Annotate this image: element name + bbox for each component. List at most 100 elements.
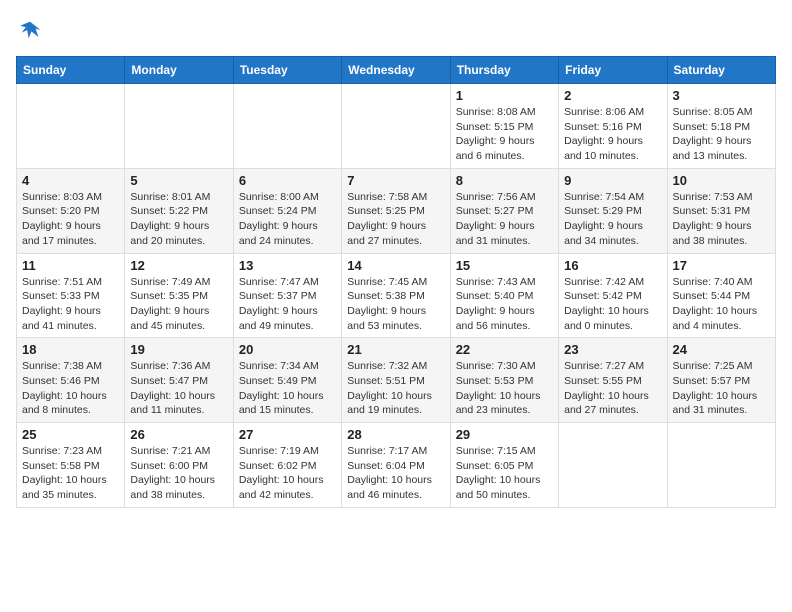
calendar-day-cell: 11 Sunrise: 7:51 AMSunset: 5:33 PMDayligh… <box>17 253 125 338</box>
day-info: Sunrise: 8:05 AMSunset: 5:18 PMDaylight:… <box>673 105 770 164</box>
calendar-day-cell <box>233 84 341 169</box>
day-number: 22 <box>456 342 553 357</box>
day-info: Sunrise: 7:56 AMSunset: 5:27 PMDaylight:… <box>456 190 553 249</box>
calendar-week-row: 1 Sunrise: 8:08 AMSunset: 5:15 PMDaylight… <box>17 84 776 169</box>
day-number: 20 <box>239 342 336 357</box>
calendar-day-cell: 18 Sunrise: 7:38 AMSunset: 5:46 PMDayligh… <box>17 338 125 423</box>
day-info: Sunrise: 7:23 AMSunset: 5:58 PMDaylight:… <box>22 444 119 503</box>
day-info: Sunrise: 8:03 AMSunset: 5:20 PMDaylight:… <box>22 190 119 249</box>
day-info: Sunrise: 7:25 AMSunset: 5:57 PMDaylight:… <box>673 359 770 418</box>
calendar-day-cell: 14 Sunrise: 7:45 AMSunset: 5:38 PMDayligh… <box>342 253 450 338</box>
day-number: 8 <box>456 173 553 188</box>
day-number: 13 <box>239 258 336 273</box>
day-info: Sunrise: 7:38 AMSunset: 5:46 PMDaylight:… <box>22 359 119 418</box>
day-number: 27 <box>239 427 336 442</box>
calendar-day-cell: 24Sunrise: 7:25 AMSunset: 5:57 PMDayligh… <box>667 338 775 423</box>
day-number: 6 <box>239 173 336 188</box>
calendar-week-row: 25 Sunrise: 7:23 AMSunset: 5:58 PMDayligh… <box>17 423 776 508</box>
calendar-day-cell: 16 Sunrise: 7:42 AMSunset: 5:42 PMDayligh… <box>559 253 667 338</box>
calendar-day-cell <box>125 84 233 169</box>
calendar-day-cell: 3 Sunrise: 8:05 AMSunset: 5:18 PMDaylight… <box>667 84 775 169</box>
day-number: 1 <box>456 88 553 103</box>
calendar-day-cell: 26 Sunrise: 7:21 AMSunset: 6:00 PMDayligh… <box>125 423 233 508</box>
day-number: 18 <box>22 342 119 357</box>
calendar-header-friday: Friday <box>559 57 667 84</box>
day-info: Sunrise: 7:43 AMSunset: 5:40 PMDaylight:… <box>456 275 553 334</box>
calendar-header-saturday: Saturday <box>667 57 775 84</box>
day-info: Sunrise: 7:51 AMSunset: 5:33 PMDaylight:… <box>22 275 119 334</box>
day-info: Sunrise: 7:54 AMSunset: 5:29 PMDaylight:… <box>564 190 661 249</box>
day-number: 12 <box>130 258 227 273</box>
calendar-day-cell <box>667 423 775 508</box>
day-info: Sunrise: 7:27 AMSunset: 5:55 PMDaylight:… <box>564 359 661 418</box>
day-info: Sunrise: 7:42 AMSunset: 5:42 PMDaylight:… <box>564 275 661 334</box>
day-info: Sunrise: 7:53 AMSunset: 5:31 PMDaylight:… <box>673 190 770 249</box>
day-number: 2 <box>564 88 661 103</box>
day-number: 23 <box>564 342 661 357</box>
day-info: Sunrise: 7:58 AMSunset: 5:25 PMDaylight:… <box>347 190 444 249</box>
calendar-day-cell: 23 Sunrise: 7:27 AMSunset: 5:55 PMDayligh… <box>559 338 667 423</box>
day-number: 17 <box>673 258 770 273</box>
calendar-day-cell: 10 Sunrise: 7:53 AMSunset: 5:31 PMDayligh… <box>667 168 775 253</box>
day-number: 10 <box>673 173 770 188</box>
calendar-day-cell: 29Sunrise: 7:15 AMSunset: 6:05 PMDayligh… <box>450 423 558 508</box>
day-number: 3 <box>673 88 770 103</box>
calendar-day-cell: 12 Sunrise: 7:49 AMSunset: 5:35 PMDayligh… <box>125 253 233 338</box>
day-number: 16 <box>564 258 661 273</box>
calendar-day-cell: 17 Sunrise: 7:40 AMSunset: 5:44 PMDayligh… <box>667 253 775 338</box>
calendar-day-cell: 13 Sunrise: 7:47 AMSunset: 5:37 PMDayligh… <box>233 253 341 338</box>
calendar-day-cell <box>17 84 125 169</box>
calendar-week-row: 11 Sunrise: 7:51 AMSunset: 5:33 PMDayligh… <box>17 253 776 338</box>
calendar-day-cell: 27 Sunrise: 7:19 AMSunset: 6:02 PMDayligh… <box>233 423 341 508</box>
day-info: Sunrise: 8:00 AMSunset: 5:24 PMDaylight:… <box>239 190 336 249</box>
day-number: 25 <box>22 427 119 442</box>
day-info: Sunrise: 7:40 AMSunset: 5:44 PMDaylight:… <box>673 275 770 334</box>
calendar-day-cell: 21 Sunrise: 7:32 AMSunset: 5:51 PMDayligh… <box>342 338 450 423</box>
calendar-header-thursday: Thursday <box>450 57 558 84</box>
day-number: 14 <box>347 258 444 273</box>
calendar-header-wednesday: Wednesday <box>342 57 450 84</box>
calendar-day-cell: 5 Sunrise: 8:01 AMSunset: 5:22 PMDaylight… <box>125 168 233 253</box>
calendar-day-cell: 1 Sunrise: 8:08 AMSunset: 5:15 PMDaylight… <box>450 84 558 169</box>
day-info: Sunrise: 7:49 AMSunset: 5:35 PMDaylight:… <box>130 275 227 334</box>
calendar-day-cell: 25 Sunrise: 7:23 AMSunset: 5:58 PMDayligh… <box>17 423 125 508</box>
calendar-day-cell: 9 Sunrise: 7:54 AMSunset: 5:29 PMDaylight… <box>559 168 667 253</box>
day-number: 11 <box>22 258 119 273</box>
day-info: Sunrise: 7:45 AMSunset: 5:38 PMDaylight:… <box>347 275 444 334</box>
calendar-day-cell <box>559 423 667 508</box>
calendar-day-cell: 20Sunrise: 7:34 AMSunset: 5:49 PMDayligh… <box>233 338 341 423</box>
day-number: 7 <box>347 173 444 188</box>
day-info: Sunrise: 7:15 AMSunset: 6:05 PMDaylight:… <box>456 444 553 503</box>
day-info: Sunrise: 7:30 AMSunset: 5:53 PMDaylight:… <box>456 359 553 418</box>
logo <box>16 16 48 44</box>
day-number: 28 <box>347 427 444 442</box>
day-number: 26 <box>130 427 227 442</box>
calendar-day-cell: 22 Sunrise: 7:30 AMSunset: 5:53 PMDayligh… <box>450 338 558 423</box>
day-info: Sunrise: 7:32 AMSunset: 5:51 PMDaylight:… <box>347 359 444 418</box>
day-info: Sunrise: 7:21 AMSunset: 6:00 PMDaylight:… <box>130 444 227 503</box>
day-info: Sunrise: 8:01 AMSunset: 5:22 PMDaylight:… <box>130 190 227 249</box>
day-info: Sunrise: 7:19 AMSunset: 6:02 PMDaylight:… <box>239 444 336 503</box>
calendar-header-row: SundayMondayTuesdayWednesdayThursdayFrid… <box>17 57 776 84</box>
calendar-day-cell: 7 Sunrise: 7:58 AMSunset: 5:25 PMDaylight… <box>342 168 450 253</box>
calendar-table: SundayMondayTuesdayWednesdayThursdayFrid… <box>16 56 776 508</box>
day-info: Sunrise: 8:08 AMSunset: 5:15 PMDaylight:… <box>456 105 553 164</box>
calendar-day-cell: 19Sunrise: 7:36 AMSunset: 5:47 PMDayligh… <box>125 338 233 423</box>
calendar-header-sunday: Sunday <box>17 57 125 84</box>
calendar-header-monday: Monday <box>125 57 233 84</box>
day-number: 21 <box>347 342 444 357</box>
day-info: Sunrise: 8:06 AMSunset: 5:16 PMDaylight:… <box>564 105 661 164</box>
calendar-week-row: 18 Sunrise: 7:38 AMSunset: 5:46 PMDayligh… <box>17 338 776 423</box>
day-info: Sunrise: 7:17 AMSunset: 6:04 PMDaylight:… <box>347 444 444 503</box>
day-number: 5 <box>130 173 227 188</box>
calendar-day-cell: 2 Sunrise: 8:06 AMSunset: 5:16 PMDaylight… <box>559 84 667 169</box>
logo-bird-icon <box>16 16 44 44</box>
calendar-day-cell: 4Sunrise: 8:03 AMSunset: 5:20 PMDaylight… <box>17 168 125 253</box>
day-number: 15 <box>456 258 553 273</box>
day-number: 9 <box>564 173 661 188</box>
page-header <box>16 16 776 44</box>
calendar-day-cell: 8 Sunrise: 7:56 AMSunset: 5:27 PMDaylight… <box>450 168 558 253</box>
day-info: Sunrise: 7:47 AMSunset: 5:37 PMDaylight:… <box>239 275 336 334</box>
calendar-day-cell: 6 Sunrise: 8:00 AMSunset: 5:24 PMDaylight… <box>233 168 341 253</box>
day-info: Sunrise: 7:36 AMSunset: 5:47 PMDaylight:… <box>130 359 227 418</box>
